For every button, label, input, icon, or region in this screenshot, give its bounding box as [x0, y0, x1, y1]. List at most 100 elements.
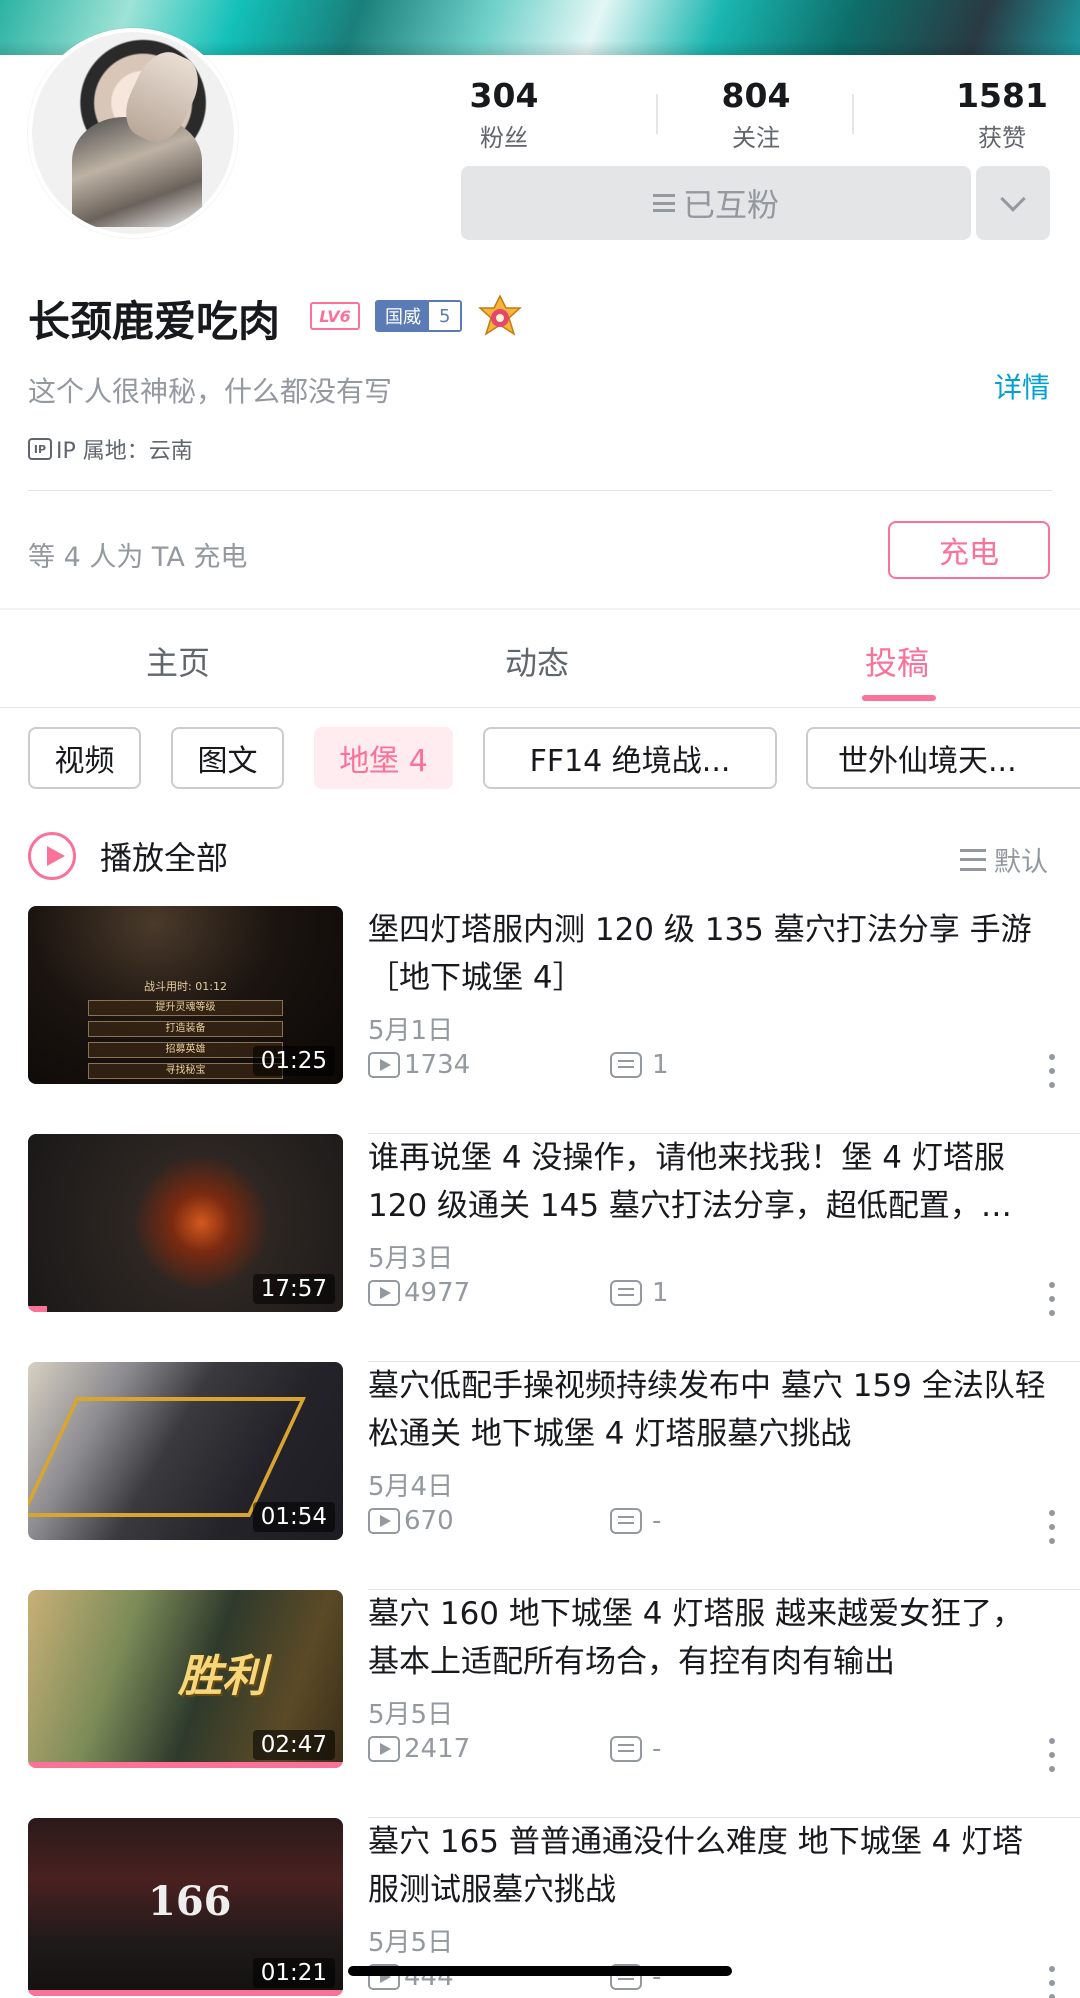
comment-count: 1 [652, 1278, 669, 1308]
stat-fans[interactable]: 304 粉丝 [452, 78, 556, 153]
video-duration: 02:47 [252, 1730, 335, 1760]
avatar[interactable] [28, 28, 238, 238]
thumb-timer: 战斗用时: 01:12 [144, 980, 227, 993]
comment-count: 1 [652, 1050, 669, 1080]
comment-icon [610, 1736, 642, 1762]
video-duration: 01:25 [252, 1046, 335, 1076]
video-date: 5月3日 [368, 1244, 454, 1274]
charge-supporters-text[interactable]: 等 4 人为 TA 充电 [28, 535, 247, 574]
more-dots-icon[interactable] [1048, 1738, 1056, 1772]
video-title[interactable]: 墓穴 160 地下城堡 4 灯塔服 越来越爱女狂了，基本上适配所有场合，有控有肉… [368, 1590, 1048, 1686]
follow-count: 804 [721, 76, 791, 115]
video-title[interactable]: 墓穴低配手操视频持续发布中 墓穴 159 全法队轻松通关 地下城堡 4 灯塔服墓… [368, 1362, 1048, 1458]
video-item[interactable]: 战斗用时: 01:12 提升灵魂等级 打造装备 招募英雄 寻找秘宝 01:25 … [0, 906, 1080, 1134]
more-dots-icon[interactable] [1048, 1282, 1056, 1316]
video-plays: 1734 [368, 1050, 470, 1080]
comment-icon [610, 1052, 642, 1078]
ip-location: IP IP 属地：云南 [28, 433, 193, 465]
play-count: 4977 [404, 1278, 471, 1308]
video-title[interactable]: 墓穴 165 普普通通没什么难度 地下城堡 4 灯塔服测试服墓穴挑战 [368, 1818, 1048, 1914]
details-link[interactable]: 详情 [994, 366, 1050, 406]
filter-dungeon4[interactable]: 地堡 4 [314, 727, 453, 789]
tab-posts[interactable]: 投稿 [865, 638, 929, 684]
video-thumbnail[interactable]: 17:57 [28, 1134, 343, 1312]
comment-count: - [652, 1734, 662, 1764]
video-thumbnail[interactable]: 01:54 [28, 1362, 343, 1540]
video-plays: 4977 [368, 1278, 470, 1308]
fan-medal[interactable]: 国威 5 [375, 300, 463, 332]
watch-progress [28, 1306, 47, 1312]
ip-location-text: IP 属地：云南 [56, 439, 193, 464]
tab-home[interactable]: 主页 [146, 638, 210, 684]
ip-icon: IP [28, 438, 52, 460]
more-dots-icon[interactable] [1048, 1966, 1056, 1998]
play-count-icon [368, 1280, 400, 1306]
video-title[interactable]: 谁再说堡 4 没操作，请他来找我！堡 4 灯塔服 120 级通关 145 墓穴打… [368, 1134, 1048, 1230]
video-comments: 1 [610, 1278, 669, 1308]
stat-divider [656, 94, 658, 134]
more-dots-icon[interactable] [1048, 1054, 1056, 1088]
crest-icon[interactable] [476, 294, 524, 342]
watch-progress [28, 1762, 343, 1768]
avatar-image [32, 32, 234, 234]
video-item[interactable]: 17:57 谁再说堡 4 没操作，请他来找我！堡 4 灯塔服 120 级通关 1… [0, 1134, 1080, 1362]
more-dots-icon[interactable] [1048, 1510, 1056, 1544]
fans-label: 粉丝 [480, 124, 528, 152]
play-count: 1734 [404, 1050, 471, 1080]
comment-icon [610, 1508, 642, 1534]
video-title[interactable]: 堡四灯塔服内测 120 级 135 墓穴打法分享 手游［地下城堡 4］ [368, 906, 1048, 1002]
filter-image-text[interactable]: 图文 [171, 727, 284, 789]
video-thumbnail[interactable]: 胜利 02:47 [28, 1590, 343, 1768]
video-comments: - [610, 1734, 661, 1764]
comment-icon [610, 1280, 642, 1306]
video-date: 5月5日 [368, 1928, 454, 1958]
video-item[interactable]: 01:54 墓穴低配手操视频持续发布中 墓穴 159 全法队轻松通关 地下城堡 … [0, 1362, 1080, 1590]
stat-likes[interactable]: 1581 获赞 [950, 78, 1054, 153]
video-thumbnail[interactable]: 战斗用时: 01:12 提升灵魂等级 打造装备 招募英雄 寻找秘宝 01:25 [28, 906, 343, 1084]
video-duration: 17:57 [252, 1274, 335, 1304]
likes-count: 1581 [956, 76, 1048, 115]
video-date: 5月4日 [368, 1472, 454, 1502]
thumb-menu-item: 提升灵魂等级 [88, 1000, 283, 1016]
home-indicator[interactable] [348, 1966, 732, 1976]
play-count: 670 [404, 1506, 454, 1536]
active-tab-indicator [862, 695, 936, 701]
charge-button[interactable]: 充电 [888, 521, 1050, 579]
sort-button[interactable]: 默认 [960, 840, 1048, 879]
comment-count: - [652, 1506, 662, 1536]
medal-level: 5 [429, 302, 461, 330]
play-circle-icon [28, 832, 76, 880]
mutual-follow-label: 已互粉 [682, 186, 779, 224]
watch-progress [28, 1990, 343, 1996]
filter-ff14[interactable]: FF14 绝境战... [483, 727, 777, 789]
sort-label: 默认 [994, 847, 1048, 878]
video-thumbnail[interactable]: 166 01:21 [28, 1818, 343, 1996]
filter-video[interactable]: 视频 [28, 727, 141, 789]
filter-other[interactable]: 世外仙境天... [806, 727, 1080, 789]
play-count-icon [368, 1052, 400, 1078]
menu-lines-icon [652, 194, 675, 212]
video-item[interactable]: 胜利 02:47 墓穴 160 地下城堡 4 灯塔服 越来越爱女狂了，基本上适配… [0, 1590, 1080, 1818]
likes-label: 获赞 [978, 124, 1026, 152]
thumb-win-text: 胜利 [178, 1651, 266, 1702]
chevron-down-icon [1000, 186, 1026, 212]
thumb-menu-item: 打造装备 [88, 1021, 283, 1037]
video-date: 5月5日 [368, 1700, 454, 1730]
mutual-follow-button[interactable]: 已互粉 [461, 166, 971, 240]
divider [28, 490, 1052, 491]
stat-divider [852, 94, 854, 134]
follow-dropdown-button[interactable] [976, 166, 1050, 240]
stat-follow[interactable]: 804 关注 [704, 78, 808, 153]
video-duration: 01:21 [252, 1958, 335, 1988]
tab-dynamics[interactable]: 动态 [505, 638, 569, 684]
level-badge[interactable]: LV6 [310, 302, 360, 330]
sort-lines-icon [960, 848, 986, 871]
bio-text: 这个人很神秘，什么都没有写 [28, 375, 393, 408]
play-all-label: 播放全部 [100, 839, 229, 877]
follow-label: 关注 [732, 124, 780, 152]
thumb-frame [28, 1397, 306, 1517]
profile-tabs: 主页 动态 投稿 [0, 610, 1080, 708]
play-all-button[interactable]: 播放全部 [28, 832, 228, 880]
play-count-icon [368, 1508, 400, 1534]
video-comments: 1 [610, 1050, 669, 1080]
